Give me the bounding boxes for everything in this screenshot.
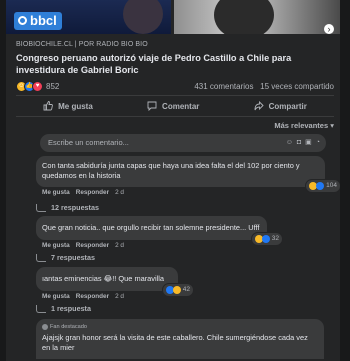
like-button[interactable]: Me gusta [43,97,93,115]
divider [16,116,334,117]
comment-reply-link[interactable]: Responder [76,293,109,300]
comment-meta: Me gusta Responder 2 d [36,293,178,300]
comment-button[interactable]: Comentar [147,97,199,115]
view-replies-link[interactable]: 7 respuestas [36,253,95,262]
comment-bubble: Que gran noticia.. que orgullo recibir t… [36,216,283,246]
comment-bubble: Fan destacado Ajajsjk gran honor será la… [36,319,324,359]
comment-text: ıantas eminencias 😂!! Que maravilla [42,274,165,283]
comment-reactions[interactable]: 42 [161,283,194,297]
reply-arrow-icon [36,253,46,262]
reaction-icons[interactable]: ☺ 👍 ♥ [16,81,43,92]
share-button[interactable]: Compartir [254,97,307,115]
comment-text: Con tanta sabiduría junta capas que haya… [42,161,300,180]
comment-timestamp[interactable]: 2 d [115,242,124,249]
thumbs-up-icon [43,101,53,111]
comment-meta: Me gusta Responder 2 d [36,189,325,196]
like-label: Me gusta [58,101,93,111]
bbcl-logo: bbcl [14,12,62,30]
share-label: Compartir [268,101,307,111]
comment-reactions[interactable]: 32 [250,232,283,246]
comment-item: ıantas eminencias 😂!! Que maravilla 42 M… [36,267,194,300]
more-photos-icon[interactable]: › [324,24,334,34]
comment-bubble: Con tanta sabiduría junta capas que haya… [36,156,340,193]
haha-reaction-icon [172,286,181,294]
comment-like-link[interactable]: Me gusta [42,293,70,300]
replies-label: 7 respuestas [51,253,95,262]
view-replies-link[interactable]: 1 respuesta [36,304,91,313]
view-replies-link[interactable]: 12 respuestas [36,203,99,212]
comment-text: Ajajsjk gran honor será la visita de est… [42,333,308,352]
top-fan-icon [42,324,48,330]
comment-sort-dropdown[interactable]: Más relevantes ▾ [274,121,334,130]
comment-label: Comentar [162,101,200,111]
top-fan-badge[interactable]: Fan destacado [42,322,318,332]
link-source[interactable]: BIOBIOCHILE.CL | POR RADIO BIO BIO [16,41,148,48]
comment-timestamp[interactable]: 2 d [115,293,124,300]
comment-reply-link[interactable]: Responder [76,189,109,196]
comment-input-tools: ☺ ◘ ▣ ◔ [286,134,320,152]
replies-label: 1 respuesta [51,304,91,313]
divider [16,95,334,96]
post-actions: Me gusta Comentar Compartir [16,97,334,115]
comment-timestamp[interactable]: 2 d [115,189,124,196]
comment-text: Que gran noticia.. que orgullo recibir t… [42,223,260,232]
comment-bubble-icon [147,101,157,111]
comment-reactions[interactable]: 104 [305,179,340,193]
comment-reaction-count: 32 [271,235,279,242]
like-reaction-icon [261,235,270,243]
comment-meta: Me gusta Responder 2 d [36,242,267,249]
comment-like-link[interactable]: Me gusta [42,242,70,249]
comment-reaction-count: 42 [182,286,190,293]
reactions-bar: ☺ 👍 ♥ 852 431 comentarios 15 veces compa… [16,80,334,94]
share-arrow-icon [254,101,264,111]
replies-label: 12 respuestas [51,203,99,212]
comment-input-placeholder: Escribe un comentario... [48,138,129,147]
like-reaction-icon [316,182,325,190]
love-reaction-icon: ♥ [32,81,43,92]
post-image-right[interactable] [174,0,340,34]
gif-icon[interactable]: ▣ [305,134,312,152]
link-headline[interactable]: Congreso peruano autorizó viaje de Pedro… [16,52,334,76]
shares-count[interactable]: 15 veces compartido [260,82,334,91]
comment-item: Fan destacado Ajajsjk gran honor será la… [36,319,324,359]
comment-reaction-count: 104 [326,182,337,189]
camera-icon[interactable]: ◘ [297,134,301,152]
engagement-stats: 431 comentarios 15 veces compartido [194,82,334,91]
logo-text: bbcl [30,13,57,28]
emoji-icon[interactable]: ☺ [286,134,293,152]
top-fan-label: Fan destacado [50,324,88,330]
post-card: bbcl › BIOBIOCHILE.CL | POR RADIO BIO BI… [6,0,340,361]
sticker-icon[interactable]: ◔ [316,134,320,152]
comment-input[interactable]: Escribe un comentario... ☺ ◘ ▣ ◔ [40,134,326,152]
comment-bubble: ıantas eminencias 😂!! Que maravilla 42 [36,267,194,297]
reply-arrow-icon [36,203,46,212]
comment-like-link[interactable]: Me gusta [42,189,70,196]
comment-item: Con tanta sabiduría junta capas que haya… [36,156,340,196]
reaction-count[interactable]: 852 [46,82,59,91]
comment-reply-link[interactable]: Responder [76,242,109,249]
comments-count[interactable]: 431 comentarios [194,82,253,91]
comment-item: Que gran noticia.. que orgullo recibir t… [36,216,283,249]
logo-ring-icon [18,16,27,25]
post-image-strip[interactable]: bbcl › [6,0,340,34]
reply-arrow-icon [36,304,46,313]
